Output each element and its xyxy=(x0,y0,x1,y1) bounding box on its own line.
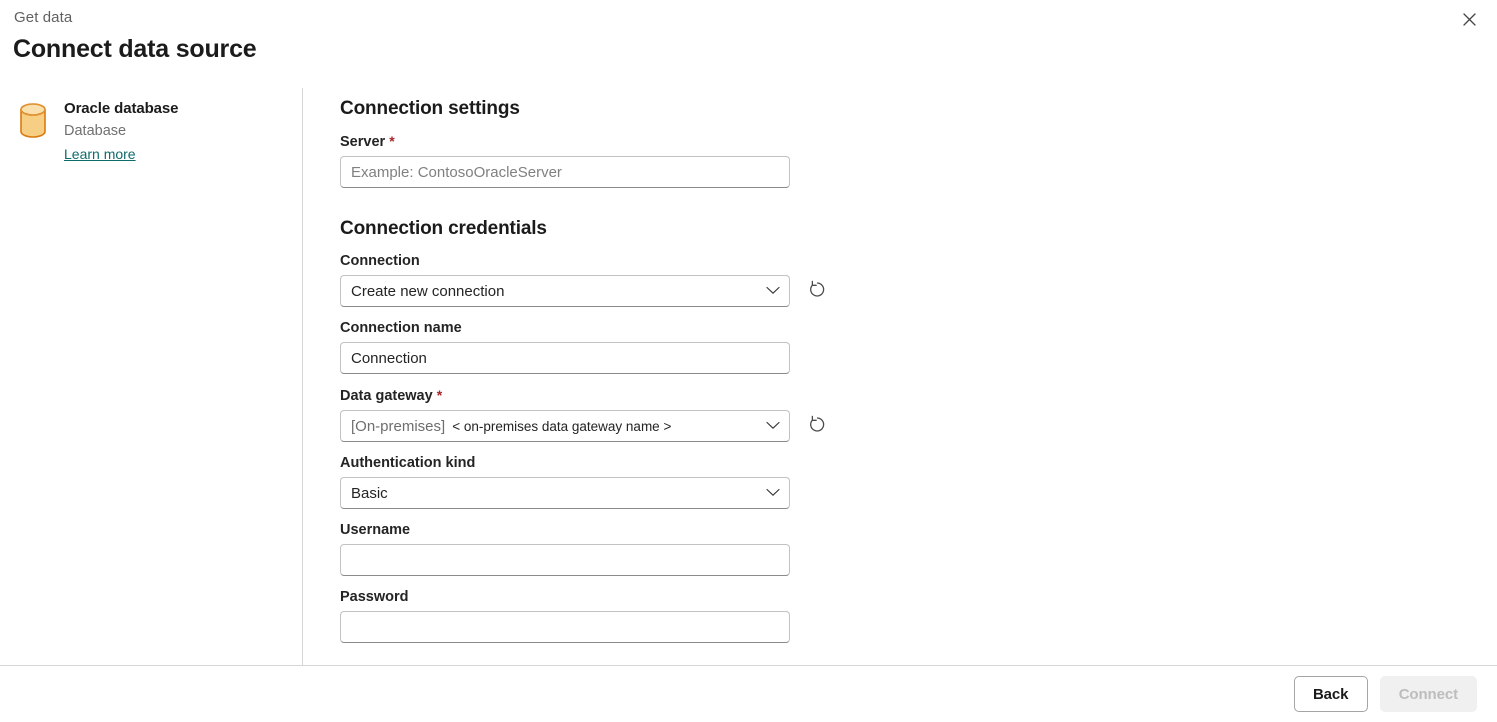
authentication-kind-value: Basic xyxy=(351,484,388,502)
section-heading-connection-settings: Connection settings xyxy=(340,98,520,119)
label-connection-text: Connection xyxy=(340,253,420,269)
chevron-down-icon xyxy=(766,484,780,502)
source-title: Oracle database xyxy=(64,100,179,117)
connection-dropdown-value: Create new connection xyxy=(351,282,505,300)
field-data-gateway: Data gateway * [On-premises] < on-premis… xyxy=(340,386,860,442)
connect-button: Connect xyxy=(1379,676,1477,712)
control-row-data-gateway: [On-premises] < on-premises data gateway… xyxy=(340,410,860,442)
learn-more-link[interactable]: Learn more xyxy=(64,144,136,164)
data-gateway-value-name: < on-premises data gateway name > xyxy=(452,418,672,434)
connection-form: Connection settings Server * Connection … xyxy=(340,88,860,643)
label-password: Password xyxy=(340,588,860,607)
control-row-authentication-kind: Basic xyxy=(340,477,860,509)
label-authentication-kind: Authentication kind xyxy=(340,454,860,473)
label-server: Server * xyxy=(340,132,860,152)
data-source-card: Oracle database Database Learn more xyxy=(16,98,286,164)
refresh-icon xyxy=(808,280,827,302)
refresh-gateway-button[interactable] xyxy=(802,411,832,441)
data-gateway-dropdown[interactable]: [On-premises] < on-premises data gateway… xyxy=(340,410,790,442)
vertical-divider xyxy=(302,88,303,665)
password-input[interactable] xyxy=(340,611,790,643)
required-marker: * xyxy=(436,387,443,403)
chevron-down-icon xyxy=(766,417,780,435)
close-icon xyxy=(1462,13,1476,29)
control-row-connection: Create new connection xyxy=(340,275,860,307)
chevron-down-icon xyxy=(766,282,780,300)
label-data-gateway-text: Data gateway xyxy=(340,388,433,404)
source-category: Database xyxy=(64,123,127,139)
close-button[interactable] xyxy=(1453,6,1485,36)
required-marker: * xyxy=(389,133,395,149)
section-heading-connection-credentials: Connection credentials xyxy=(340,218,547,239)
page-title: Connect data source xyxy=(13,35,257,63)
data-gateway-value-prefix: [On-premises] xyxy=(351,417,446,435)
connection-name-input[interactable] xyxy=(340,342,790,374)
refresh-connection-button[interactable] xyxy=(802,276,832,306)
control-row-server xyxy=(340,156,860,188)
label-username: Username xyxy=(340,521,860,540)
database-cylinder-icon xyxy=(16,98,50,145)
server-input[interactable] xyxy=(340,156,790,188)
field-connection: Connection Create new connection xyxy=(340,252,860,307)
label-data-gateway: Data gateway * xyxy=(340,386,860,406)
control-row-username xyxy=(340,544,860,576)
field-connection-name: Connection name xyxy=(340,319,860,374)
label-server-text: Server xyxy=(340,134,386,150)
field-server: Server * xyxy=(340,132,860,188)
username-input[interactable] xyxy=(340,544,790,576)
field-authentication-kind: Authentication kind Basic xyxy=(340,454,860,509)
control-row-connection-name xyxy=(340,342,860,374)
source-info-panel: Oracle database Database Learn more xyxy=(0,88,302,665)
dialog-footer: Back Connect xyxy=(0,666,1497,722)
refresh-icon xyxy=(808,415,827,437)
field-username: Username xyxy=(340,521,860,576)
back-button[interactable]: Back xyxy=(1293,676,1368,712)
label-connection-name-text: Connection name xyxy=(340,320,462,336)
breadcrumb: Get data xyxy=(14,9,73,26)
authentication-kind-dropdown[interactable]: Basic xyxy=(340,477,790,509)
label-password-text: Password xyxy=(340,589,409,605)
source-meta: Oracle database Database Learn more xyxy=(64,98,179,164)
label-connection-name: Connection name xyxy=(340,319,860,338)
control-row-password xyxy=(340,611,860,643)
field-password: Password xyxy=(340,588,860,643)
label-connection: Connection xyxy=(340,252,860,271)
connection-dropdown[interactable]: Create new connection xyxy=(340,275,790,307)
dialog-header: Get data Connect data source xyxy=(0,0,1497,88)
label-username-text: Username xyxy=(340,522,411,538)
label-authentication-kind-text: Authentication kind xyxy=(340,455,476,471)
